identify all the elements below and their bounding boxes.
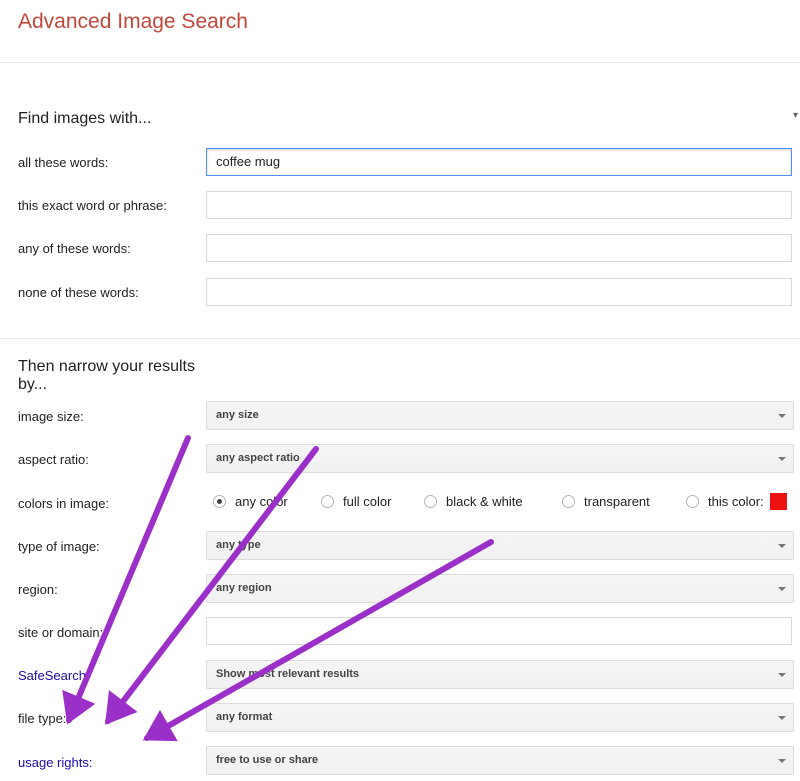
type-of-image-label: type of image:	[18, 539, 100, 554]
all-words-label: all these words:	[18, 155, 109, 170]
header-divider	[0, 62, 800, 63]
radio-icon[interactable]	[562, 494, 575, 508]
none-words-label: none of these words:	[18, 285, 139, 300]
radio-icon[interactable]	[686, 494, 699, 508]
aspect-ratio-select[interactable]: any aspect ratio	[206, 444, 794, 473]
collapse-caret-icon: ▾	[792, 110, 798, 121]
chevron-down-icon	[778, 414, 786, 418]
page-title: Advanced Image Search	[18, 10, 248, 33]
image-size-select[interactable]: any size	[206, 401, 794, 430]
region-value: any region	[216, 582, 272, 594]
find-section-heading: Find images with...	[18, 110, 152, 127]
chevron-down-icon	[778, 587, 786, 591]
colors-label: colors in image:	[18, 496, 110, 511]
color-option-label: full color	[343, 493, 392, 509]
any-words-input[interactable]	[206, 234, 792, 262]
region-select[interactable]: any region	[206, 574, 794, 603]
radio-checked-icon[interactable]	[213, 494, 226, 508]
narrow-section-heading: Then narrow your results by...	[18, 358, 195, 394]
radio-icon[interactable]	[424, 494, 437, 508]
color-option-this-color[interactable]: this color:	[686, 491, 787, 511]
chevron-down-icon	[778, 759, 786, 763]
any-words-label: any of these words:	[18, 241, 131, 256]
usage-rights-select[interactable]: free to use or share	[206, 746, 794, 775]
site-domain-input[interactable]	[206, 617, 792, 645]
chevron-down-icon	[778, 673, 786, 677]
color-option-any[interactable]: any color	[213, 491, 288, 511]
file-type-value: any format	[216, 711, 273, 723]
aspect-ratio-label: aspect ratio:	[18, 452, 89, 467]
narrow-heading-line2: by...	[18, 376, 48, 393]
color-option-full[interactable]: full color	[321, 491, 391, 511]
safesearch-value: Show most relevant results	[216, 668, 360, 680]
color-option-label: black & white	[446, 493, 523, 509]
image-size-value: any size	[216, 409, 259, 421]
chevron-down-icon	[778, 544, 786, 548]
exact-phrase-label: this exact word or phrase:	[18, 198, 167, 213]
section-divider	[0, 338, 800, 339]
type-of-image-select[interactable]: any type	[206, 531, 794, 560]
radio-icon[interactable]	[321, 494, 334, 508]
chevron-down-icon	[778, 716, 786, 720]
file-type-label: file type:	[18, 711, 67, 726]
type-of-image-value: any type	[216, 539, 261, 551]
aspect-ratio-value: any aspect ratio	[216, 452, 300, 464]
file-type-select[interactable]: any format	[206, 703, 794, 732]
chevron-down-icon	[778, 457, 786, 461]
site-domain-label: site or domain:	[18, 625, 104, 640]
narrow-heading-line1: Then narrow your results	[18, 358, 195, 375]
color-option-label: transparent	[584, 493, 650, 509]
region-label: region:	[18, 582, 58, 597]
image-size-label: image size:	[18, 409, 84, 424]
safesearch-link[interactable]: SafeSearch:	[18, 668, 90, 683]
color-swatch[interactable]	[769, 492, 787, 510]
color-option-label: any color	[235, 493, 288, 509]
none-words-input[interactable]	[206, 278, 792, 306]
exact-phrase-input[interactable]	[206, 191, 792, 219]
color-option-label: this color:	[708, 493, 764, 509]
usage-rights-value: free to use or share	[216, 754, 319, 766]
all-words-input[interactable]: coffee mug	[206, 148, 792, 176]
safesearch-select[interactable]: Show most relevant results	[206, 660, 794, 689]
usage-rights-link[interactable]: usage rights:	[18, 755, 92, 770]
color-option-bw[interactable]: black & white	[424, 491, 523, 511]
color-option-transparent[interactable]: transparent	[562, 491, 650, 511]
